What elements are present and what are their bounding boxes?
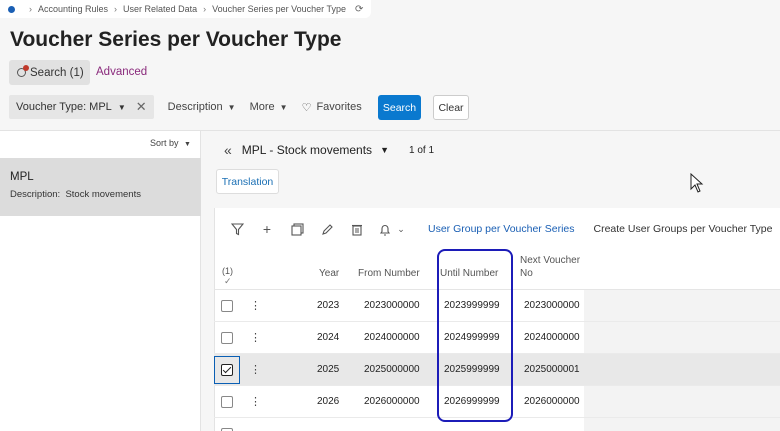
cell-year: 2026: [317, 396, 340, 407]
breadcrumb-item-current: Voucher Series per Voucher Type: [212, 4, 347, 14]
caret-down-icon: ▼: [117, 102, 126, 112]
more-filters-label: More: [249, 101, 275, 113]
search-tab[interactable]: Search (1): [9, 60, 90, 85]
description-filter-label: Description: [167, 101, 223, 113]
caret-down-icon: ▼: [184, 141, 191, 148]
chevron-right-icon: ›: [203, 4, 207, 14]
mouse-cursor-icon: [690, 173, 704, 193]
advanced-search-link[interactable]: Advanced: [96, 66, 147, 78]
check-icon[interactable]: ✓: [224, 276, 232, 287]
list-item-name: MPL: [10, 171, 34, 183]
add-icon[interactable]: +: [252, 221, 282, 237]
cell-from-number: 2024000000: [364, 332, 420, 343]
cell-from-number: 2026000000: [364, 396, 420, 407]
cell-year: 2024: [317, 332, 340, 343]
selection-count: (1): [222, 266, 233, 276]
more-options-icon[interactable]: ⋮: [250, 331, 261, 344]
breadcrumb-item-user-related-data[interactable]: User Related Data: [123, 4, 197, 14]
chevron-right-icon: ›: [114, 4, 118, 14]
column-header-from-number[interactable]: From Number: [358, 268, 420, 279]
caret-down-icon: ▼: [279, 102, 288, 112]
cell-next-voucher-no: 2024000000: [524, 332, 580, 343]
breadcrumb-item-accounting-rules[interactable]: Accounting Rules: [38, 4, 108, 14]
search-tab-label: Search (1): [30, 66, 84, 79]
cell-next-voucher-no: 2025000001: [524, 364, 580, 375]
user-group-per-voucher-series-button[interactable]: User Group per Voucher Series: [428, 223, 575, 235]
caret-down-icon: ▼: [227, 102, 236, 112]
caret-down-icon[interactable]: ▼: [380, 145, 389, 155]
cell-year: 2023: [317, 300, 340, 311]
column-header-year[interactable]: Year: [319, 268, 339, 279]
sort-by-label: Sort by: [150, 138, 179, 148]
active-filter-indicator: [23, 65, 29, 71]
voucher-type-filter-label: Voucher Type: MPL: [16, 101, 112, 113]
column-header-next-voucher-no[interactable]: Next Voucher No: [520, 254, 580, 280]
page-title: Voucher Series per Voucher Type: [10, 28, 342, 51]
cell-year: 2025: [317, 364, 340, 375]
collapse-left-icon[interactable]: «: [224, 142, 232, 158]
record-title[interactable]: MPL - Stock movements: [242, 143, 372, 157]
row-checkbox[interactable]: [221, 300, 233, 312]
duplicate-icon[interactable]: [282, 222, 312, 236]
filter-bar: Voucher Type: MPL ▼ ✕ Description ▼ More…: [9, 95, 362, 119]
list-item-description: Description: Stock movements: [10, 189, 141, 200]
more-options-icon[interactable]: ⋮: [250, 363, 261, 376]
favorites-button[interactable]: ♡ Favorites: [302, 101, 362, 114]
cell-from-number: 2023000000: [364, 300, 420, 311]
more-options-icon[interactable]: ⋮: [250, 395, 261, 408]
more-filters[interactable]: More ▼: [250, 101, 288, 113]
breadcrumb: › Accounting Rules › User Related Data ›…: [0, 0, 372, 18]
row-checkbox[interactable]: [221, 396, 233, 408]
cell-from-number: 2025000000: [364, 364, 420, 375]
grid-toolbar: + ⌄ User Group per Voucher Series Create…: [222, 210, 772, 248]
close-icon[interactable]: ✕: [136, 99, 147, 115]
delete-icon[interactable]: [342, 223, 372, 236]
cell-next-voucher-no: 2026000000: [524, 396, 580, 407]
clear-button[interactable]: Clear: [433, 95, 469, 120]
search-button[interactable]: Search: [378, 95, 421, 120]
column-highlight-annotation: [437, 249, 513, 422]
more-options-icon[interactable]: ⋮: [250, 299, 261, 312]
notification-bell-icon[interactable]: ⌄: [372, 223, 412, 236]
translation-button[interactable]: Translation: [216, 169, 279, 194]
create-user-groups-button[interactable]: Create User Groups per Voucher Type: [594, 223, 773, 235]
row-checkbox-checked[interactable]: [221, 364, 233, 376]
edit-icon[interactable]: [312, 223, 342, 236]
cell-next-voucher-no: 2023000000: [524, 300, 580, 311]
filter-icon[interactable]: [222, 222, 252, 236]
favorites-label: Favorites: [316, 101, 362, 113]
list-item[interactable]: MPL Description: Stock movements: [0, 158, 201, 216]
voucher-type-filter-chip[interactable]: Voucher Type: MPL ▼ ✕: [9, 95, 154, 119]
record-navigator: « MPL - Stock movements ▼ 1 of 1: [224, 142, 434, 158]
chevron-right-icon: ›: [29, 4, 32, 14]
heart-icon: ♡: [301, 101, 312, 114]
description-filter[interactable]: Description ▼: [168, 101, 236, 113]
row-checkbox[interactable]: [221, 332, 233, 344]
sort-by-button[interactable]: Sort by ▼: [150, 138, 191, 148]
chevron-down-icon: ⌄: [397, 223, 405, 234]
refresh-icon[interactable]: ⟳: [355, 4, 363, 15]
home-icon[interactable]: [8, 5, 15, 13]
record-count: 1 of 1: [408, 144, 435, 156]
